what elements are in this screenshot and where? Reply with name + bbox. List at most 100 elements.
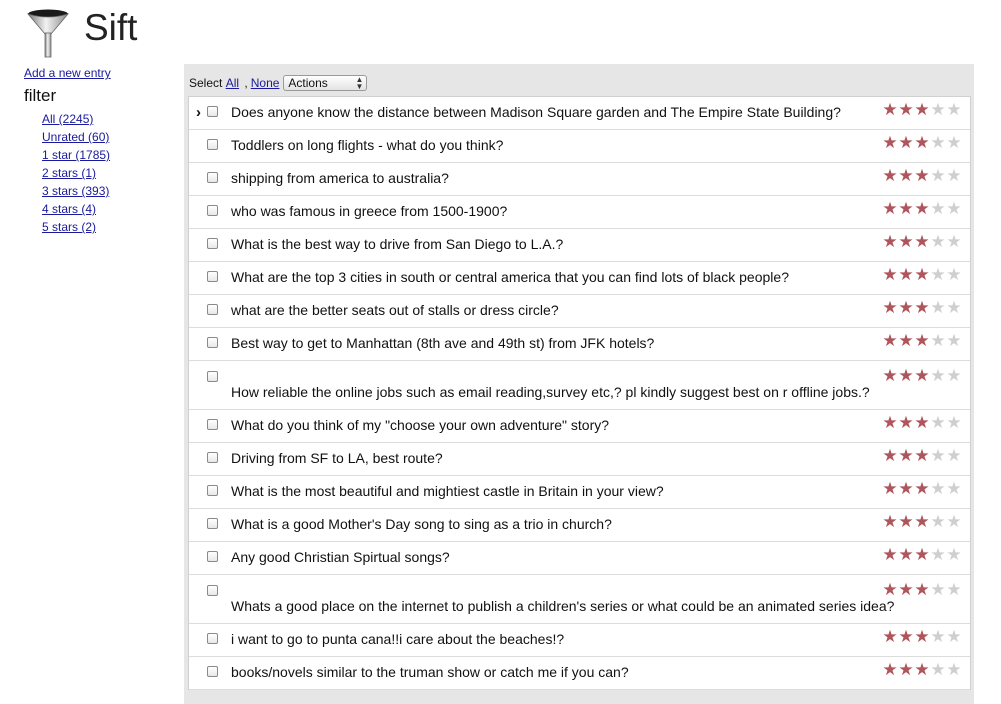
star-icon[interactable]: ★ [914, 661, 930, 679]
star-icon[interactable]: ★ [946, 480, 962, 498]
entry-checkbox[interactable] [207, 452, 218, 463]
star-icon[interactable]: ★ [914, 200, 930, 218]
entry-question-text[interactable]: Best way to get to Manhattan (8th ave an… [231, 334, 654, 352]
star-icon[interactable]: ★ [914, 581, 930, 599]
filter-unrated-link[interactable]: Unrated (60) [42, 130, 109, 144]
star-icon[interactable]: ★ [882, 480, 898, 498]
entry-checkbox[interactable] [207, 485, 218, 496]
star-icon[interactable]: ★ [930, 513, 946, 531]
star-icon[interactable]: ★ [898, 628, 914, 646]
star-icon[interactable]: ★ [898, 266, 914, 284]
star-icon[interactable]: ★ [882, 546, 898, 564]
star-icon[interactable]: ★ [930, 414, 946, 432]
star-icon[interactable]: ★ [946, 266, 962, 284]
star-icon[interactable]: ★ [898, 332, 914, 350]
entry-row[interactable]: Driving from SF to LA, best route? ★ ★ ★ ★ ★ [189, 443, 970, 476]
star-icon[interactable]: ★ [946, 447, 962, 465]
filter-4-stars-link[interactable]: 4 stars (4) [42, 202, 96, 216]
star-icon[interactable]: ★ [882, 233, 898, 251]
star-icon[interactable]: ★ [898, 546, 914, 564]
star-icon[interactable]: ★ [914, 167, 930, 185]
entry-row[interactable]: Toddlers on long flights - what do you t… [189, 130, 970, 163]
star-icon[interactable]: ★ [946, 628, 962, 646]
filter-all-link[interactable]: All (2245) [42, 112, 93, 126]
entry-question-text[interactable]: What is the best way to drive from San D… [231, 235, 563, 253]
entry-row[interactable]: How reliable the online jobs such as ema… [189, 361, 970, 410]
star-icon[interactable]: ★ [898, 661, 914, 679]
star-icon[interactable]: ★ [946, 367, 962, 385]
star-icon[interactable]: ★ [914, 447, 930, 465]
entry-row[interactable]: books/novels similar to the truman show … [189, 657, 970, 690]
star-icon[interactable]: ★ [882, 447, 898, 465]
entry-checkbox[interactable] [207, 585, 218, 596]
star-icon[interactable]: ★ [914, 414, 930, 432]
star-icon[interactable]: ★ [914, 299, 930, 317]
entry-row[interactable]: What is a good Mother's Day song to sing… [189, 509, 970, 542]
star-icon[interactable]: ★ [882, 367, 898, 385]
star-icon[interactable]: ★ [898, 134, 914, 152]
entry-row[interactable]: › Does anyone know the distance between M… [189, 97, 970, 130]
entry-checkbox[interactable] [207, 172, 218, 183]
entry-checkbox[interactable] [207, 205, 218, 216]
star-icon[interactable]: ★ [930, 134, 946, 152]
entry-checkbox[interactable] [207, 106, 218, 117]
filter-1-star-link[interactable]: 1 star (1785) [42, 148, 110, 162]
star-icon[interactable]: ★ [882, 299, 898, 317]
star-icon[interactable]: ★ [946, 414, 962, 432]
entry-question-text[interactable]: How reliable the online jobs such as ema… [231, 383, 870, 401]
entry-question-text[interactable]: What is the most beautiful and mightiest… [231, 482, 664, 500]
star-icon[interactable]: ★ [882, 628, 898, 646]
star-icon[interactable]: ★ [898, 513, 914, 531]
star-icon[interactable]: ★ [882, 581, 898, 599]
star-icon[interactable]: ★ [946, 233, 962, 251]
star-icon[interactable]: ★ [914, 513, 930, 531]
star-icon[interactable]: ★ [946, 299, 962, 317]
star-icon[interactable]: ★ [946, 167, 962, 185]
star-icon[interactable]: ★ [898, 299, 914, 317]
entry-row[interactable]: What is the most beautiful and mightiest… [189, 476, 970, 509]
star-icon[interactable]: ★ [914, 480, 930, 498]
star-icon[interactable]: ★ [946, 134, 962, 152]
select-all-link[interactable]: All [226, 73, 239, 93]
entry-row[interactable]: who was famous in greece from 1500-1900?… [189, 196, 970, 229]
star-icon[interactable]: ★ [898, 200, 914, 218]
star-icon[interactable]: ★ [930, 167, 946, 185]
star-icon[interactable]: ★ [882, 266, 898, 284]
star-icon[interactable]: ★ [914, 101, 930, 119]
entry-question-text[interactable]: what are the better seats out of stalls … [231, 301, 559, 319]
star-icon[interactable]: ★ [898, 167, 914, 185]
entry-checkbox[interactable] [207, 551, 218, 562]
star-icon[interactable]: ★ [946, 581, 962, 599]
entry-question-text[interactable]: What do you think of my "choose your own… [231, 416, 609, 434]
star-icon[interactable]: ★ [882, 661, 898, 679]
add-new-entry-link[interactable]: Add a new entry [24, 66, 111, 80]
entry-checkbox[interactable] [207, 238, 218, 249]
entry-question-text[interactable]: i want to go to punta cana!!i care about… [231, 630, 564, 648]
star-icon[interactable]: ★ [914, 367, 930, 385]
entry-row[interactable]: Any good Christian Spirtual songs? ★ ★ ★ ★ ★ [189, 542, 970, 575]
star-icon[interactable]: ★ [946, 101, 962, 119]
star-icon[interactable]: ★ [882, 167, 898, 185]
star-icon[interactable]: ★ [930, 299, 946, 317]
star-icon[interactable]: ★ [930, 101, 946, 119]
star-icon[interactable]: ★ [914, 332, 930, 350]
star-icon[interactable]: ★ [882, 101, 898, 119]
star-icon[interactable]: ★ [898, 414, 914, 432]
entry-row[interactable]: Whats a good place on the internet to pu… [189, 575, 970, 624]
star-icon[interactable]: ★ [930, 200, 946, 218]
entry-row[interactable]: i want to go to punta cana!!i care about… [189, 624, 970, 657]
star-icon[interactable]: ★ [882, 134, 898, 152]
star-icon[interactable]: ★ [930, 628, 946, 646]
star-icon[interactable]: ★ [946, 546, 962, 564]
entry-checkbox[interactable] [207, 271, 218, 282]
filter-3-stars-link[interactable]: 3 stars (393) [42, 184, 109, 198]
entry-checkbox[interactable] [207, 139, 218, 150]
filter-2-stars-link[interactable]: 2 stars (1) [42, 166, 96, 180]
entry-row[interactable]: what are the better seats out of stalls … [189, 295, 970, 328]
entry-question-text[interactable]: Driving from SF to LA, best route? [231, 449, 443, 467]
entry-checkbox[interactable] [207, 304, 218, 315]
entry-row[interactable]: Best way to get to Manhattan (8th ave an… [189, 328, 970, 361]
star-icon[interactable]: ★ [930, 332, 946, 350]
star-icon[interactable]: ★ [930, 661, 946, 679]
star-icon[interactable]: ★ [930, 233, 946, 251]
